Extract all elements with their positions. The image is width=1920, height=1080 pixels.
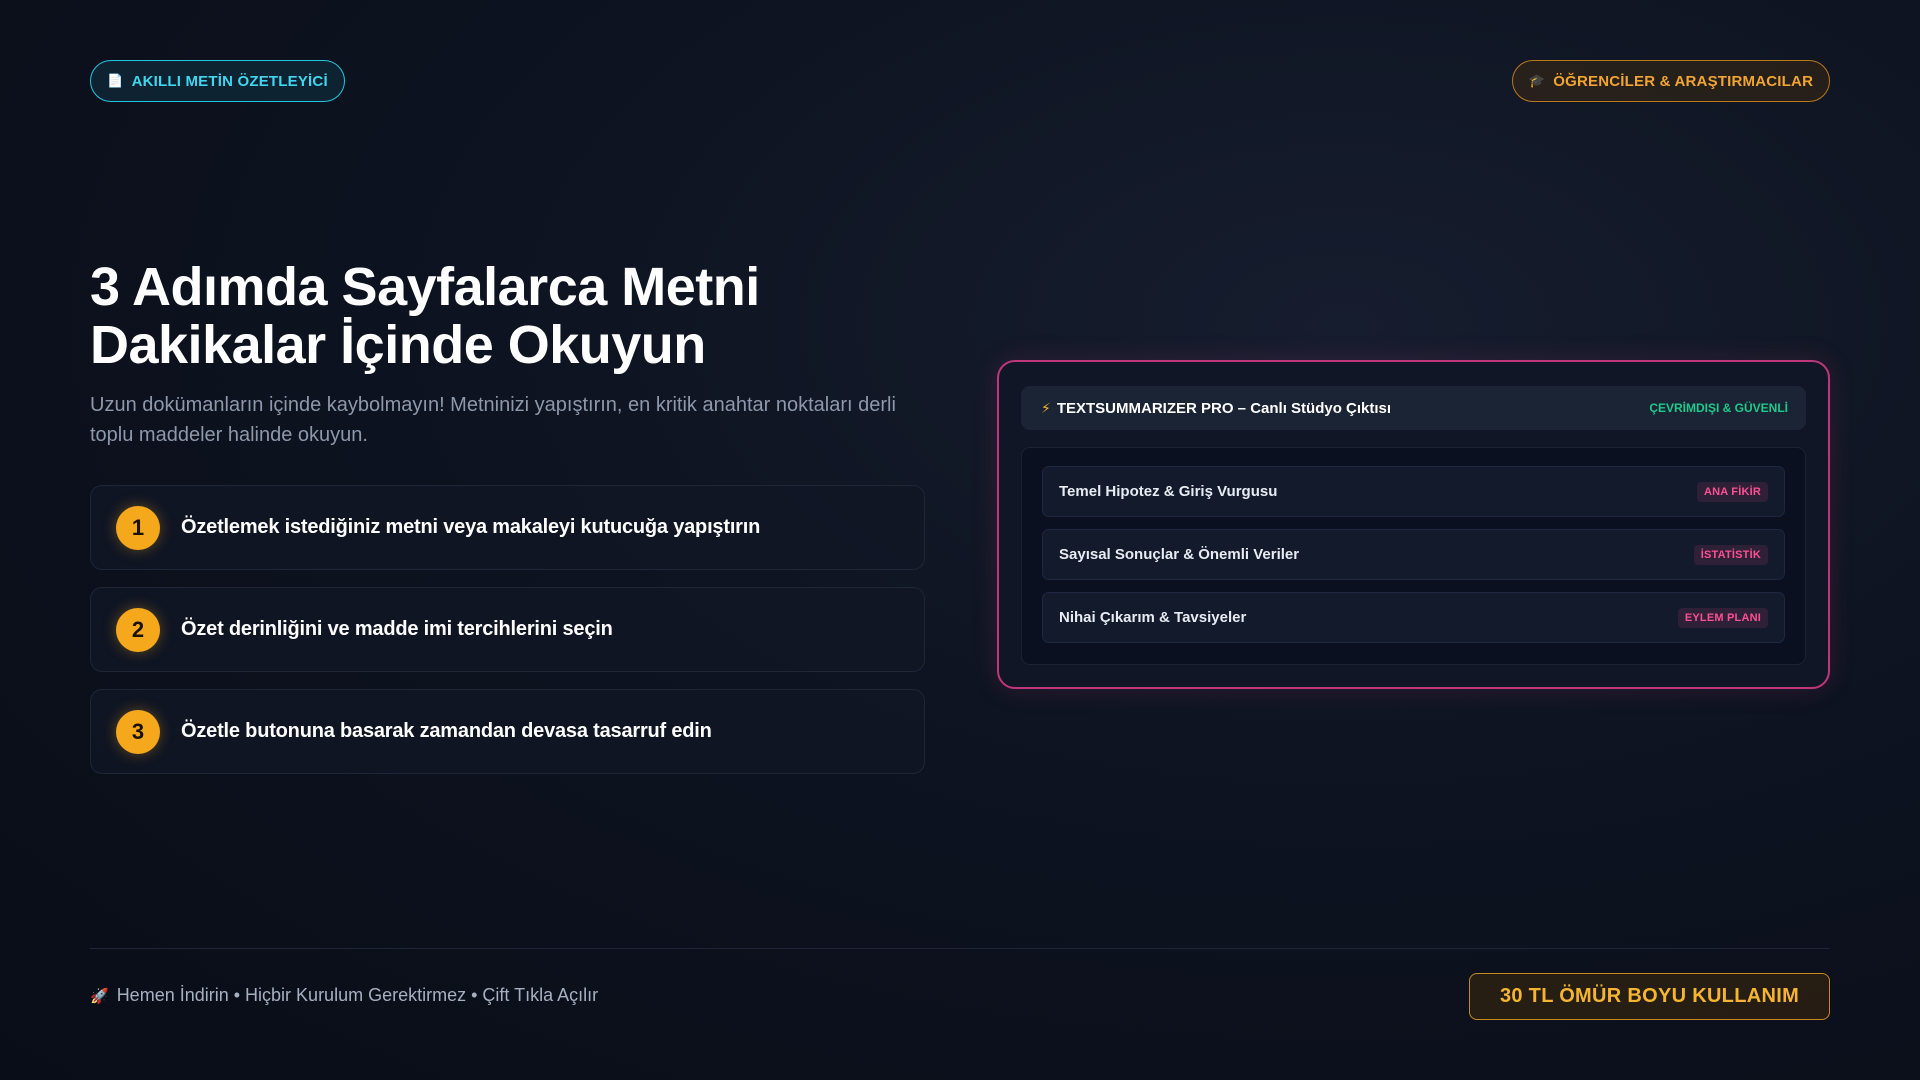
step-text: Özetle butonuna basarak zamandan devasa … — [181, 720, 712, 742]
footer-divider — [90, 948, 1830, 949]
page-title: 3 Adımda Sayfalarca Metni Dakikalar İçin… — [90, 258, 910, 374]
status-badge: ÇEVRİMDIŞI & GÜVENLİ — [1649, 401, 1788, 415]
summary-row: Sayısal Sonuçlar & Önemli Veriler İSTATİ… — [1042, 529, 1785, 580]
audience-badge-label: ÖĞRENCİLER & ARAŞTIRMACILAR — [1553, 72, 1814, 90]
step-number-badge: 1 — [116, 505, 160, 550]
title-line-1: 3 Adımda Sayfalarca Metni — [90, 257, 760, 317]
summary-row: Nihai Çıkarım & Tavsiyeler EYLEM PLANI — [1042, 592, 1785, 643]
audience-badge: 🎓 ÖĞRENCİLER & ARAŞTIRMACILAR — [1512, 60, 1830, 102]
lightning-icon: ⚡ — [1041, 399, 1051, 416]
summary-row-tag: İSTATİSTİK — [1693, 544, 1768, 565]
product-badge-label: AKILLI METİN ÖZETLEYİCİ — [131, 72, 328, 90]
footer-note-text: Hemen İndirin • Hiçbir Kurulum Gerektirm… — [116, 985, 599, 1005]
summary-row-tag: EYLEM PLANI — [1677, 607, 1768, 628]
product-badge: 📄 AKILLI METİN ÖZETLEYİCİ — [90, 60, 345, 102]
step-text: Özet derinliğini ve madde imi tercihleri… — [181, 618, 613, 640]
rocket-icon: 🚀 — [90, 987, 109, 1005]
summary-row: Temel Hipotez & Giriş Vurgusu ANA FİKİR — [1042, 466, 1785, 517]
lifetime-license-button[interactable]: 30 TL ÖMÜR BOYU KULLANIM — [1469, 973, 1830, 1020]
footer-note: 🚀 Hemen İndirin • Hiçbir Kurulum Gerekti… — [90, 985, 598, 1006]
studio-output-card: ⚡ TEXTSUMMARIZER PRO – Canlı Stüdyo Çıkt… — [997, 360, 1830, 689]
step-number-badge: 2 — [116, 607, 160, 652]
document-icon: 📄 — [107, 73, 124, 88]
studio-output-list: Temel Hipotez & Giriş Vurgusu ANA FİKİR … — [1021, 447, 1806, 665]
graduation-cap-icon: 🎓 — [1528, 73, 1546, 88]
step-item: 3 Özetle butonuna basarak zamandan devas… — [90, 689, 925, 774]
step-item: 1 Özetlemek istediğiniz metni veya makal… — [90, 485, 925, 570]
page-subtitle: Uzun dokümanların içinde kaybolmayın! Me… — [90, 394, 896, 446]
step-item: 2 Özet derinliğini ve madde imi tercihle… — [90, 587, 925, 672]
summary-row-tag: ANA FİKİR — [1697, 481, 1768, 502]
studio-title: ⚡ TEXTSUMMARIZER PRO – Canlı Stüdyo Çıkt… — [1041, 400, 1391, 417]
summary-row-label: Temel Hipotez & Giriş Vurgusu — [1059, 483, 1278, 500]
studio-title-text: TEXTSUMMARIZER PRO – Canlı Stüdyo Çıktıs… — [1056, 399, 1392, 417]
title-line-2: Dakikalar İçinde Okuyun — [90, 315, 706, 375]
summary-row-label: Nihai Çıkarım & Tavsiyeler — [1059, 609, 1247, 626]
step-text: Özetlemek istediğiniz metni veya makaley… — [181, 516, 761, 538]
landing-page: 📄 AKILLI METİN ÖZETLEYİCİ 🎓 ÖĞRENCİLER &… — [0, 0, 1920, 1080]
step-number-badge: 3 — [116, 709, 160, 754]
studio-header: ⚡ TEXTSUMMARIZER PRO – Canlı Stüdyo Çıkt… — [1021, 386, 1806, 430]
summary-row-label: Sayısal Sonuçlar & Önemli Veriler — [1059, 546, 1300, 563]
